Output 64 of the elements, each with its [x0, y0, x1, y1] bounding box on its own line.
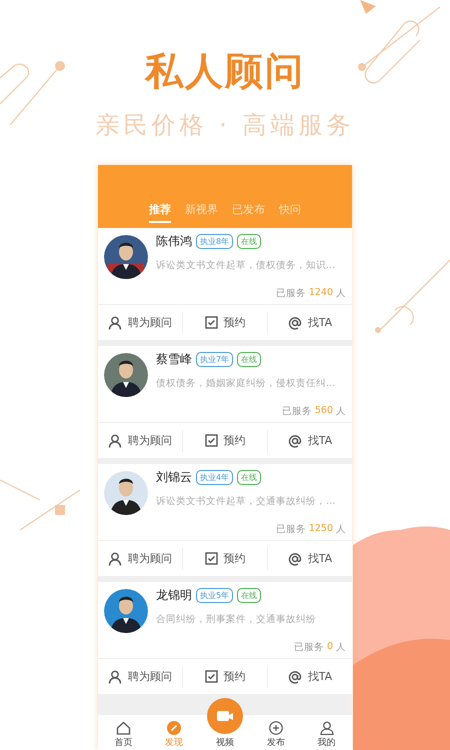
action-button[interactable]: 预约 [182, 548, 267, 570]
experience-tag: 执业4年 [196, 470, 234, 485]
served-unit: 人 [336, 405, 346, 418]
pencil-icon [167, 721, 182, 735]
action-button[interactable]: 找TA [267, 666, 352, 688]
served-label: 已服务 [294, 641, 324, 654]
action-button[interactable]: 找TA [267, 430, 352, 452]
triangle-icon [360, 0, 376, 14]
served-count: 0 [326, 641, 333, 654]
action-button[interactable]: 聘为顾问 [98, 430, 182, 452]
experience-tag: 执业5年 [196, 588, 234, 603]
lawyer-name: 龙锦明 [156, 587, 192, 604]
at-sign-icon [288, 316, 302, 330]
person-icon [108, 670, 122, 684]
person-icon [108, 434, 122, 448]
line-decoration-drawing [0, 61, 65, 126]
nav-item[interactable]: 首页 [98, 715, 149, 750]
action-button[interactable]: 预约 [182, 430, 267, 452]
at-sign-icon [288, 670, 302, 684]
served-count: 1250 [308, 523, 333, 536]
served-unit: 人 [336, 641, 346, 654]
status-tag: 在线 [237, 470, 262, 485]
action-button[interactable]: 聘为顾问 [98, 666, 182, 688]
experience-tag: 执业8年 [196, 234, 234, 249]
hero-subtitle: 亲民价格 · 高端服务 [96, 110, 354, 141]
served-count: 1240 [308, 287, 333, 300]
checkbox-icon [204, 670, 218, 683]
specialties-text: 诉讼类文书文件起草，交通事故纠纷，… [156, 495, 336, 508]
action-button[interactable]: 找TA [267, 548, 352, 570]
served-label: 已服务 [282, 405, 312, 418]
nav-item[interactable]: 发布 [250, 715, 302, 750]
action-button[interactable]: 聘为顾问 [98, 312, 182, 334]
served-unit: 人 [336, 287, 346, 300]
lawyer-name: 蔡雪峰 [156, 351, 192, 368]
served-label: 已服务 [276, 523, 306, 536]
home-icon [116, 721, 131, 735]
action-button[interactable]: 找TA [267, 312, 352, 334]
served-unit: 人 [336, 523, 346, 536]
plus-circle-icon [268, 721, 283, 735]
status-tag: 在线 [237, 352, 262, 367]
lawyer-name: 刘锦云 [156, 469, 192, 486]
nav-item[interactable]: 视频 [200, 693, 250, 750]
status-tag: 在线 [237, 588, 262, 603]
at-sign-icon [288, 552, 302, 566]
specialties-text: 债权债务，婚姻家庭纠纷，侵权责任纠… [156, 377, 336, 390]
action-button[interactable]: 预约 [182, 666, 267, 688]
specialties-text: 诉讼类文书文件起草，债权债务，知识… [156, 259, 336, 272]
served-label: 已服务 [276, 287, 306, 300]
served-count: 560 [314, 405, 333, 418]
status-tag: 在线 [237, 234, 262, 249]
person-icon [108, 316, 122, 330]
experience-tag: 执业7年 [196, 352, 234, 367]
specialties-text: 合同纠纷，刑事案件，交通事故纠纷 [156, 613, 317, 626]
lawyer-name: 陈伟鸿 [156, 233, 192, 250]
action-button[interactable]: 聘为顾问 [98, 548, 182, 570]
checkbox-icon [204, 434, 218, 447]
person-icon [320, 721, 334, 735]
hero-title: 私人顾问 [144, 48, 305, 95]
person-icon [108, 552, 122, 566]
checkbox-icon [204, 316, 218, 329]
action-button[interactable]: 预约 [182, 312, 267, 334]
checkbox-icon [204, 552, 218, 565]
at-sign-icon [288, 434, 302, 448]
nav-item[interactable]: 我的 [301, 715, 352, 750]
